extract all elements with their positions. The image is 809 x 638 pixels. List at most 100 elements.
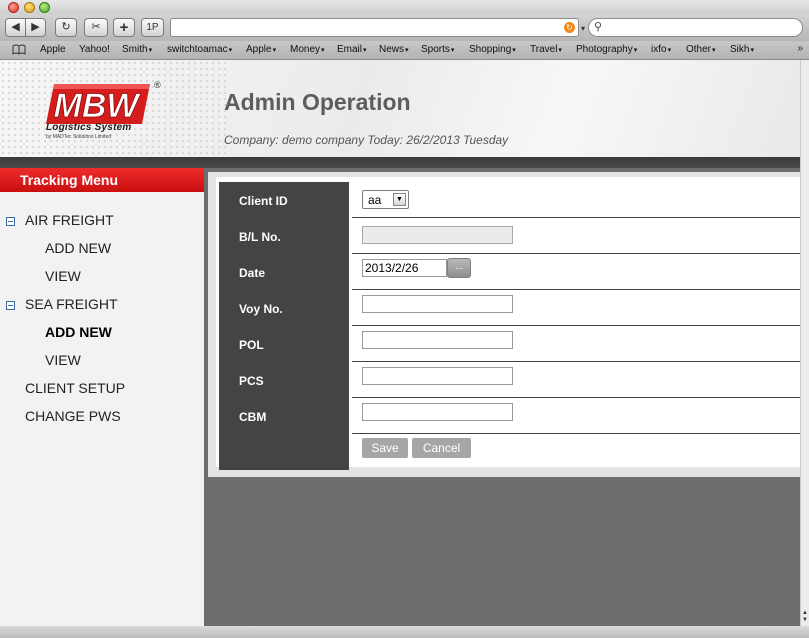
bookmark-item[interactable]: Apple — [40, 44, 66, 55]
form-row-divider — [352, 433, 800, 434]
mbw-logo: MBW — [46, 84, 150, 124]
scissors-icon: ✂ — [91, 21, 101, 33]
back-button[interactable]: ◀ — [5, 18, 26, 37]
bookmark-item[interactable]: Apple▾ — [246, 44, 276, 55]
pcs-field[interactable] — [362, 367, 513, 385]
search-icon: ⚲ — [594, 21, 603, 33]
tracking-sidebar: Tracking Menu AIR FREIGHT ADD NEW VIEW SEA … — [0, 168, 204, 626]
main-content: Client ID B/L No. Date Voy No. POL PCS CBM aa … — [204, 168, 800, 626]
form-labels-column — [219, 182, 349, 470]
onepassword-label: 1P — [146, 22, 159, 33]
header-divider-bar — [0, 157, 800, 168]
form-field-label: Voy No. — [239, 302, 283, 316]
browser-toolbar: ◀ ▶ ↻ ✂ + 1P ↻ ▾ ⚲ — [0, 14, 809, 41]
form-row-divider — [352, 217, 800, 218]
pol-field[interactable] — [362, 331, 513, 349]
cbm-field[interactable] — [362, 403, 513, 421]
form-field-label: PCS — [239, 374, 264, 388]
form-row-divider — [352, 361, 800, 362]
chevron-down-icon: ▾ — [228, 47, 233, 54]
chevron-down-icon: ▾ — [272, 47, 277, 54]
chevron-down-icon: ▾ — [512, 47, 516, 54]
client-id-select[interactable]: aa ▼ — [362, 190, 409, 209]
web-clip-button[interactable]: ✂ — [84, 18, 108, 37]
sidebar-menu-item[interactable]: ADD NEW — [45, 240, 111, 256]
url-dropdown-icon[interactable]: ▾ — [581, 24, 585, 33]
onepassword-button[interactable]: 1P — [141, 18, 164, 37]
form-field-label: POL — [239, 338, 264, 352]
reload-button[interactable]: ↻ — [55, 18, 77, 37]
bookmark-item[interactable]: News▾ — [379, 44, 409, 55]
bookmark-item[interactable]: Smith▾ — [122, 44, 152, 55]
sidebar-menu-item[interactable]: AIR FREIGHT — [25, 212, 114, 228]
collapse-icon[interactable] — [6, 301, 15, 310]
back-arrow-icon: ◀ — [11, 21, 20, 33]
form-row-divider — [352, 289, 800, 290]
bookmark-item[interactable]: Sports▾ — [421, 44, 454, 55]
save-button[interactable]: Save — [362, 438, 408, 458]
bookmark-label: Email — [337, 44, 363, 55]
bookmark-item[interactable]: Sikh▾ — [730, 44, 754, 55]
bookmark-label: switchtoamac — [167, 44, 228, 55]
bookmarks-overflow-icon[interactable]: » — [797, 43, 803, 54]
address-bar[interactable]: ↻ — [170, 18, 579, 37]
bookmark-label: Apple — [40, 44, 66, 55]
bookmark-item[interactable]: Yahoo! — [79, 44, 110, 55]
bookmark-item[interactable]: switchtoamac▾ — [167, 44, 232, 55]
bookmark-item[interactable]: ixfo▾ — [651, 44, 671, 55]
registered-mark: ® — [154, 80, 161, 90]
sidebar-menu-item[interactable]: VIEW — [45, 352, 81, 368]
form-row-divider — [352, 397, 800, 398]
rss-feed-icon[interactable]: ↻ — [564, 22, 575, 33]
bookmark-item[interactable]: Photography▾ — [576, 44, 637, 55]
date-picker-button[interactable]: ... — [447, 258, 471, 278]
chevron-down-icon: ▾ — [750, 47, 754, 54]
chevron-down-icon: ▾ — [712, 47, 716, 54]
window-bottom-edge — [0, 626, 809, 638]
bookmark-item[interactable]: Money▾ — [290, 44, 325, 55]
chevron-down-icon: ▾ — [667, 47, 672, 54]
bookmark-item[interactable]: Shopping▾ — [469, 44, 516, 55]
zoom-window-icon[interactable] — [39, 2, 50, 13]
bookmark-label: Sports — [421, 44, 450, 55]
bookmark-item[interactable]: Other▾ — [686, 44, 716, 55]
sidebar-menu-item[interactable]: SEA FREIGHT — [25, 296, 118, 312]
search-field[interactable]: ⚲ — [588, 18, 803, 37]
sidebar-menu-item[interactable]: CHANGE PWS — [25, 408, 121, 424]
sidebar-menu-item[interactable]: VIEW — [45, 268, 81, 284]
page-title: Admin Operation — [224, 89, 411, 115]
bookmark-label: ixfo — [651, 44, 667, 55]
sidebar-menu-item[interactable]: CLIENT SETUP — [25, 380, 125, 396]
window-titlebar — [0, 0, 809, 14]
client-id-value: aa — [368, 193, 382, 207]
chevron-down-icon: ▾ — [450, 47, 455, 54]
bookmark-label: Smith — [122, 44, 148, 55]
bookmark-label: Photography — [576, 44, 633, 55]
bookmark-item[interactable]: Travel▾ — [530, 44, 562, 55]
bookmarks-bar: Apple Yahoo! Smith▾ switchtoamac▾ Apple▾ Mone… — [0, 41, 809, 60]
sidebar-menu-item[interactable]: ADD NEW — [45, 324, 112, 340]
chevron-down-icon: ▾ — [633, 47, 638, 54]
reload-icon: ↻ — [61, 21, 71, 33]
add-bookmark-button[interactable]: + — [113, 18, 135, 37]
web-page: MBW ® Logistics System by MADTec Solutio… — [0, 60, 800, 626]
form-panel: Client ID B/L No. Date Voy No. POL PCS CBM aa … — [208, 172, 800, 477]
scroll-arrows-icon[interactable]: ▲ ▼ — [801, 610, 809, 624]
collapse-icon[interactable] — [6, 217, 15, 226]
open-book-icon[interactable] — [12, 44, 26, 55]
chevron-down-icon: ▾ — [558, 47, 562, 54]
bookmark-item[interactable]: Email▾ — [337, 44, 367, 55]
forward-button[interactable]: ▶ — [25, 18, 46, 37]
bl-number-field[interactable] — [362, 226, 513, 244]
voy-number-field[interactable] — [362, 295, 513, 313]
close-window-icon[interactable] — [8, 2, 19, 13]
minimize-window-icon[interactable] — [24, 2, 35, 13]
vertical-scrollbar[interactable]: ▲ ▼ — [800, 60, 809, 626]
logo-text: MBW — [54, 87, 142, 124]
cancel-button[interactable]: Cancel — [412, 438, 471, 458]
date-field[interactable] — [362, 259, 447, 277]
form-field-label: Client ID — [239, 194, 288, 208]
bookmark-label: Travel — [530, 44, 558, 55]
form-row-divider — [352, 325, 800, 326]
bookmark-label: Shopping — [469, 44, 512, 55]
